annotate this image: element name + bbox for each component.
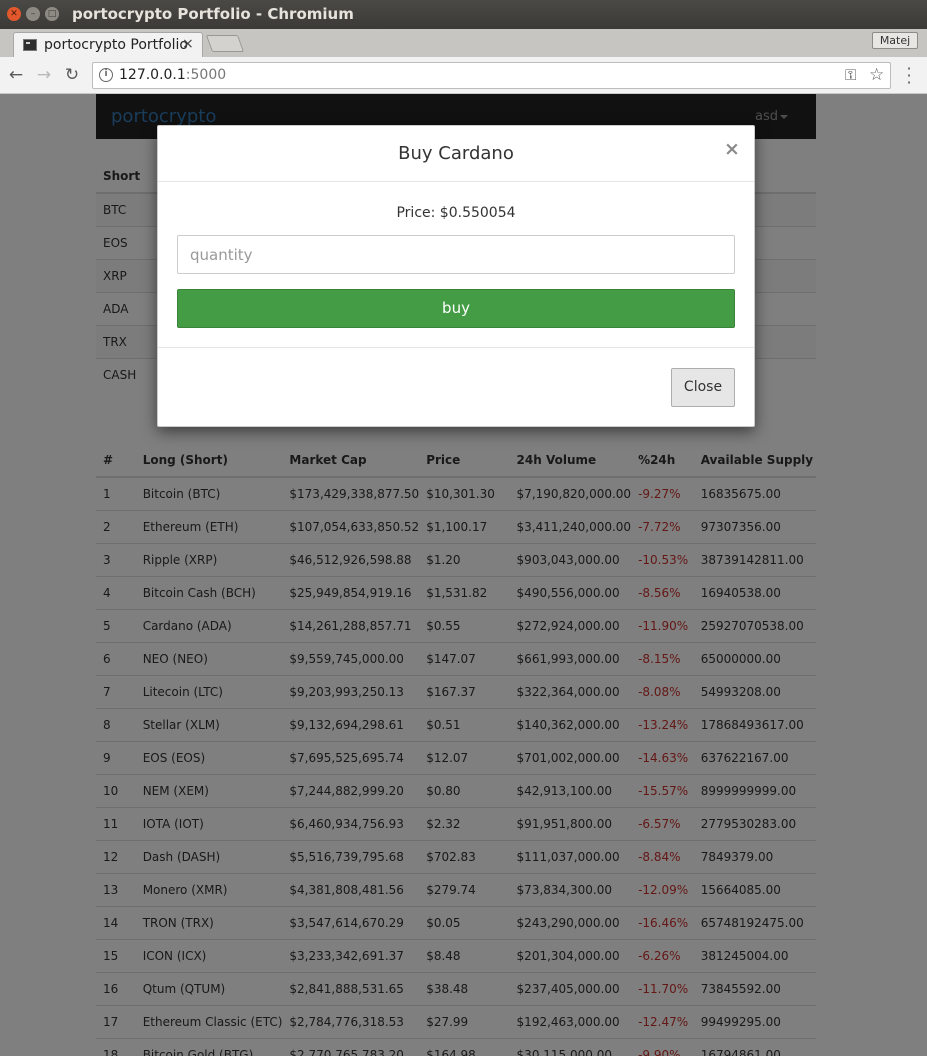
modal-header: Buy Cardano × [158,126,754,182]
profile-button[interactable]: Matej [872,32,918,49]
reload-icon[interactable]: ↻ [61,64,83,86]
url-host: 127.0.0.1 [119,67,186,83]
window-titlebar: ✕ – □ portocrypto Portfolio - Chromium [0,0,927,29]
address-bar[interactable]: i 127.0.0.1:5000 ⚿ ☆ [92,62,891,89]
browser-toolbar: ← → ↻ i 127.0.0.1:5000 ⚿ ☆ · · · [0,57,927,94]
forward-arrow-icon[interactable]: → [33,64,55,86]
url-text: 127.0.0.1:5000 [119,67,226,83]
window-maximize-icon[interactable]: □ [45,7,59,21]
new-tab-button[interactable] [205,35,245,52]
close-button[interactable]: Close [671,368,735,407]
back-arrow-icon[interactable]: ← [5,64,27,86]
window-title: portocrypto Portfolio - Chromium [72,5,354,23]
buy-button[interactable]: buy [177,289,735,328]
bookmark-star-icon[interactable]: ☆ [869,65,884,85]
tab-close-icon[interactable]: × [182,36,194,52]
browser-menu-icon[interactable]: · · · [902,61,916,91]
key-icon[interactable]: ⚿ [845,66,856,84]
close-icon[interactable]: × [724,138,740,160]
terminal-favicon-icon [23,39,37,51]
modal-title: Buy Cardano [398,143,514,164]
window-minimize-icon[interactable]: – [26,7,40,21]
modal-footer: Close [158,347,754,426]
buy-modal: Buy Cardano × Price: $0.550054 buy Close [157,125,755,427]
browser-tab[interactable]: portocrypto Portfolio × [13,32,203,58]
price-label: Price: $0.550054 [396,205,516,221]
tab-strip: portocrypto Portfolio × Matej [0,29,927,58]
site-info-icon[interactable]: i [99,68,113,82]
url-port: :5000 [185,67,227,83]
window-close-icon[interactable]: ✕ [7,7,21,21]
quantity-input[interactable] [177,235,735,274]
tab-title: portocrypto Portfolio [44,37,188,53]
